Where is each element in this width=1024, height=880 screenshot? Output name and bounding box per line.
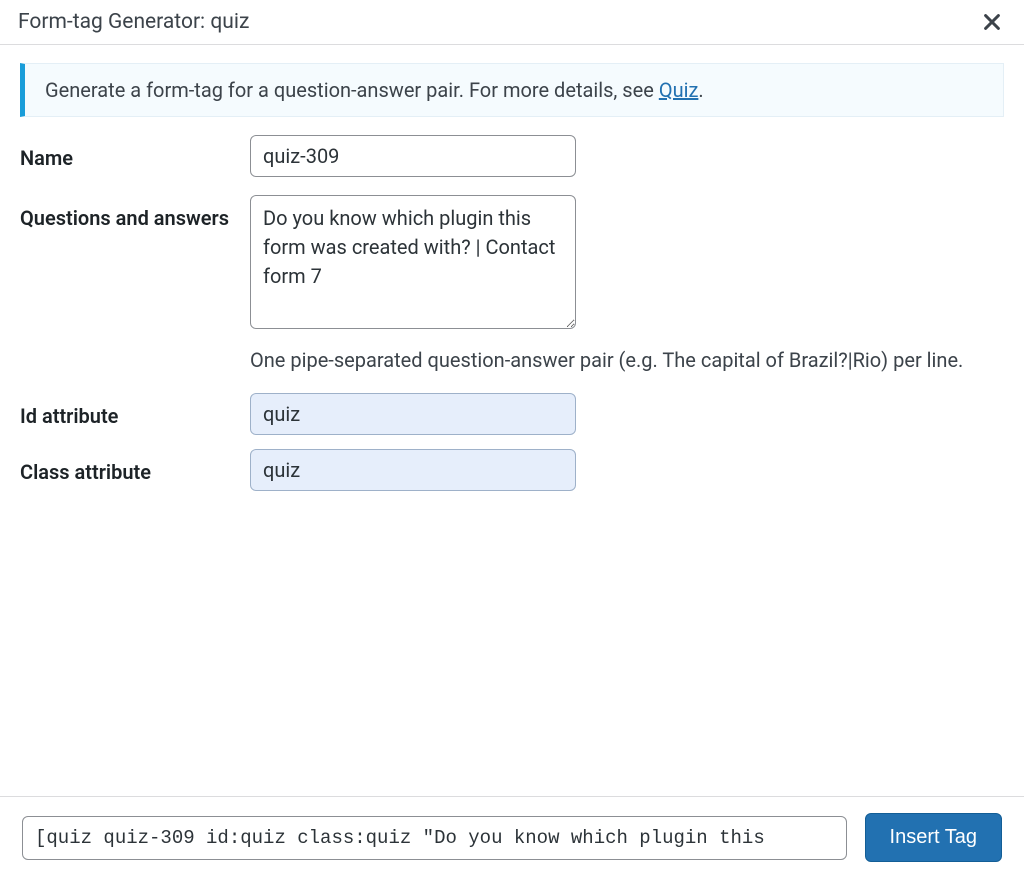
notice-link-quiz[interactable]: Quiz [659, 78, 699, 102]
questions-answers-textarea[interactable] [250, 195, 576, 329]
dialog-footer: Insert Tag [0, 796, 1024, 880]
label-name: Name [20, 135, 250, 172]
label-questions-answers: Questions and answers [20, 195, 250, 232]
dialog-root: Form-tag Generator: quiz Generate a form… [0, 0, 1024, 880]
notice-text-after: . [698, 78, 703, 102]
close-icon [981, 11, 1003, 33]
label-class-attribute: Class attribute [20, 449, 250, 486]
id-attribute-input[interactable] [250, 393, 576, 435]
notice-text-before: Generate a form-tag for a question-answe… [45, 78, 659, 102]
form-body: Name Questions and answers One pipe-sepa… [0, 135, 1024, 796]
questions-answers-hint: One pipe-separated question-answer pair … [250, 345, 970, 375]
close-button[interactable] [978, 8, 1006, 36]
dialog-header: Form-tag Generator: quiz [0, 0, 1024, 45]
generated-tag-output[interactable] [22, 816, 847, 860]
class-attribute-input[interactable] [250, 449, 576, 491]
row-name: Name [20, 135, 1004, 177]
row-class-attribute: Class attribute [20, 449, 1004, 491]
label-id-attribute: Id attribute [20, 393, 250, 430]
insert-tag-button[interactable]: Insert Tag [865, 813, 1002, 862]
name-input[interactable] [250, 135, 576, 177]
dialog-title: Form-tag Generator: quiz [18, 10, 249, 34]
info-notice: Generate a form-tag for a question-answe… [20, 63, 1004, 117]
row-questions-answers: Questions and answers One pipe-separated… [20, 195, 1004, 375]
row-id-attribute: Id attribute [20, 393, 1004, 435]
